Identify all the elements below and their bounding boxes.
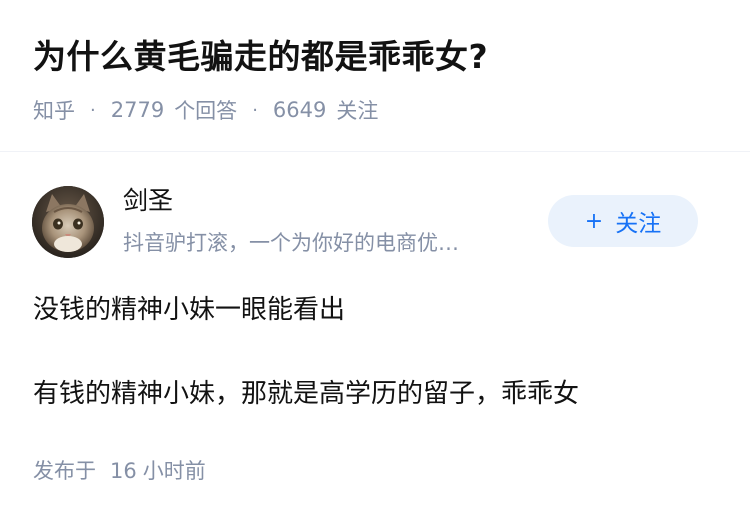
publish-value: 16: [110, 459, 137, 483]
answer-count: 2779: [110, 98, 165, 122]
answer-count-label: 个回答: [174, 99, 238, 123]
question-header: 为什么黄毛骗走的都是乖乖女? 知乎 · 2779 个回答 · 6649 关注: [0, 0, 750, 150]
answer-text-line: 有钱的精神小妹，那就是高学历的留子，乖乖女: [33, 379, 580, 409]
publish-time: 发布于 16 小时前: [33, 455, 206, 487]
section-divider: [0, 151, 750, 152]
answer-text-line: 没钱的精神小妹一眼能看出: [33, 295, 346, 325]
author-avatar[interactable]: [32, 186, 104, 258]
author-name[interactable]: 剑圣: [123, 183, 173, 219]
meta-separator: ·: [252, 99, 258, 121]
follower-count-label: 关注: [336, 99, 379, 123]
follow-button-label: 关注: [615, 211, 662, 237]
follow-button[interactable]: + 关注: [548, 195, 698, 247]
question-title[interactable]: 为什么黄毛骗走的都是乖乖女?: [33, 34, 488, 80]
publish-prefix: 发布于: [33, 459, 96, 483]
plus-icon: +: [584, 208, 604, 234]
source-label[interactable]: 知乎: [33, 95, 75, 125]
author-bio: 抖音驴打滚，一个为你好的电商优…: [123, 231, 459, 255]
question-meta: 知乎 · 2779 个回答 · 6649 关注: [33, 93, 378, 127]
follower-count: 6649: [272, 98, 327, 122]
meta-separator: ·: [90, 99, 96, 121]
cat-avatar-icon: [32, 186, 104, 258]
publish-unit: 小时前: [142, 459, 206, 483]
